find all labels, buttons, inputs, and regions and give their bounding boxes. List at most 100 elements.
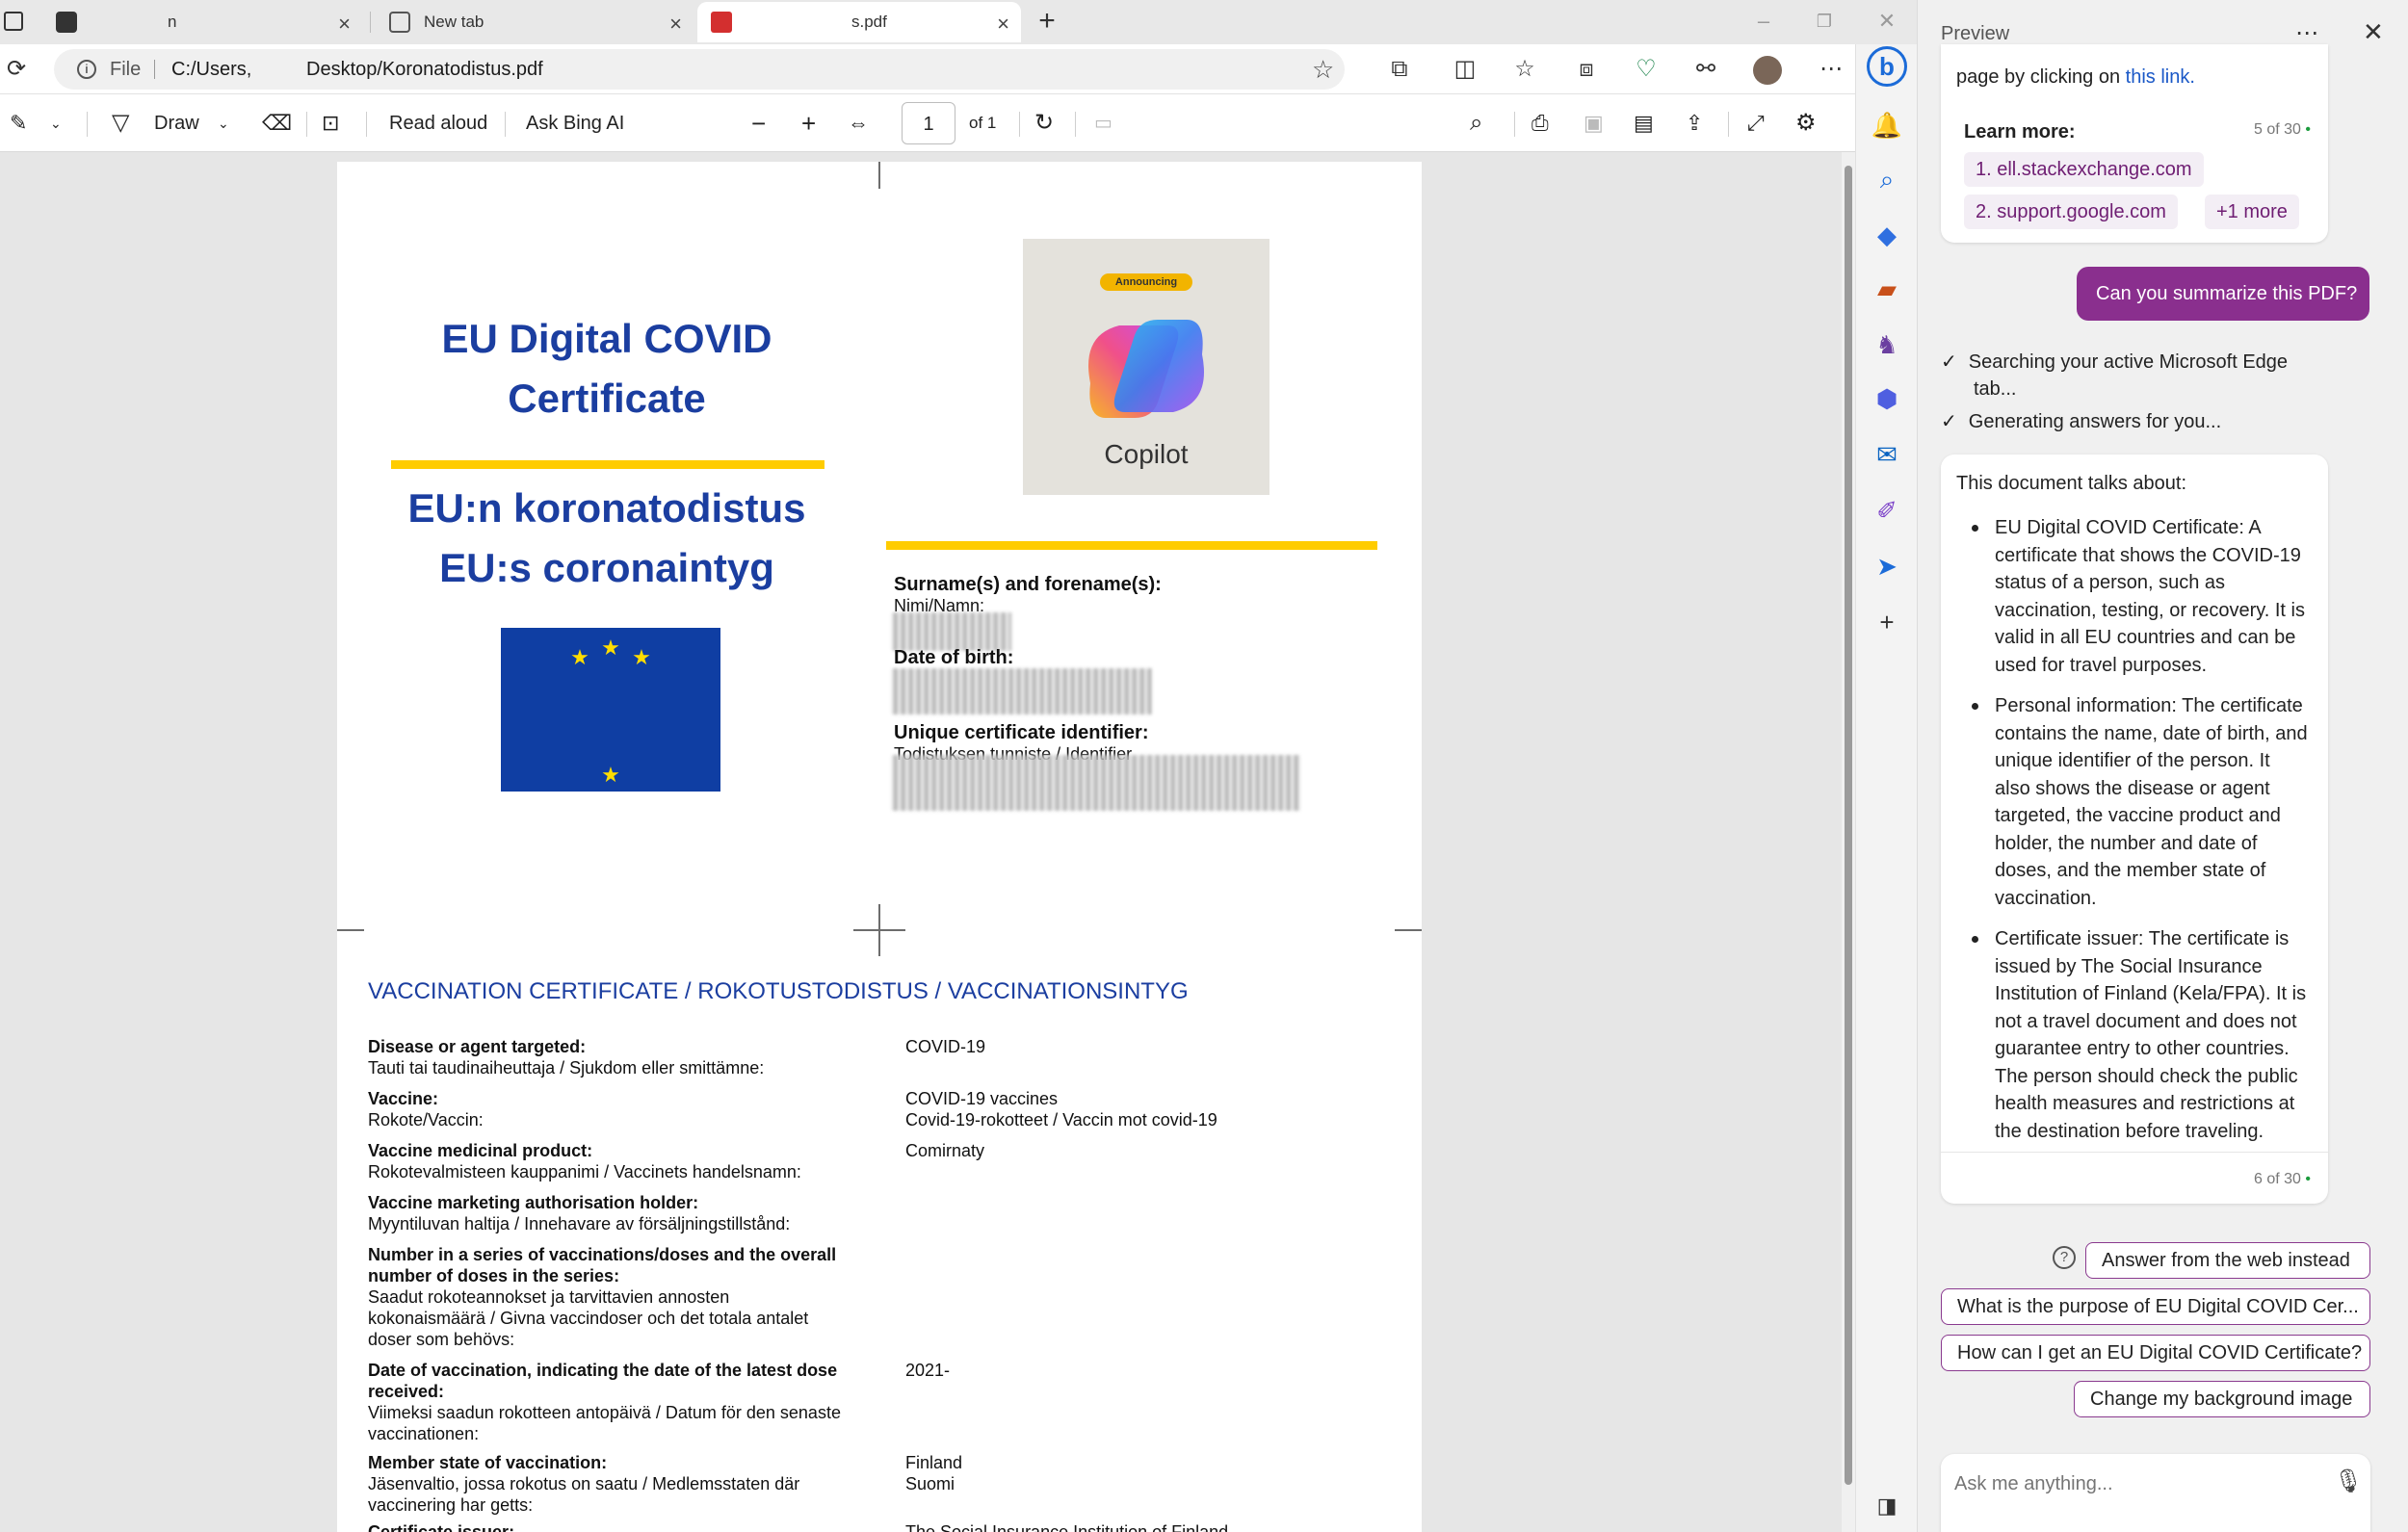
tab-first[interactable]: n × [42, 2, 362, 42]
minimize-icon[interactable]: – [1747, 8, 1780, 35]
tab-actions-icon[interactable] [4, 12, 23, 31]
search-icon[interactable]: ⌕ [1470, 107, 1482, 140]
bullet-line: not a travel document and does not [1995, 1010, 2297, 1032]
games-icon[interactable]: ♞ [1870, 327, 1904, 362]
chevron-down-icon[interactable]: ⌄ [218, 107, 229, 140]
scrollbar-thumb[interactable] [1845, 166, 1852, 1485]
svg-text:★: ★ [601, 764, 620, 788]
bullet-line: holder, the number and date of [1995, 832, 2258, 854]
pdf-viewer[interactable]: EU Digital COVID Certificate EU:n korona… [0, 152, 1842, 1532]
share-connect-icon[interactable]: ⚯ [1689, 53, 1722, 86]
send-icon[interactable]: ➤ [1870, 549, 1904, 584]
page-number-input[interactable]: 1 [902, 102, 955, 144]
fit-width-icon[interactable]: ⇔ [848, 107, 869, 140]
microphone-icon[interactable]: 🎙 [2334, 1467, 2363, 1495]
copilot-image-label: Copilot [1104, 439, 1189, 469]
text-box-icon[interactable]: ⊡ [322, 107, 339, 140]
bullet-dot-icon [1972, 525, 1978, 532]
help-icon[interactable]: ? [2053, 1246, 2076, 1269]
answer-from-web-button[interactable]: Answer from the web instead [2085, 1242, 2370, 1279]
redacted-dob [892, 668, 1152, 714]
close-pane-icon[interactable]: ✕ [2363, 17, 2384, 47]
zoom-in-icon[interactable]: + [801, 107, 816, 140]
shopping-tag-icon[interactable]: ◆ [1870, 218, 1904, 252]
row-value-secondary: Suomi [905, 1474, 955, 1493]
toolbar-divider [1019, 112, 1020, 137]
fullscreen-icon[interactable]: ⤢ [1747, 107, 1765, 140]
tab-pdf-active[interactable]: s.pdf × [697, 2, 1021, 42]
suggestion-background[interactable]: Change my background image [2074, 1381, 2370, 1417]
address-bar[interactable]: i File C:/Users, Desktop/Koronatodistus.… [54, 49, 1345, 90]
highlight-icon[interactable]: ✎ [10, 107, 27, 140]
row-sublabel: Tauti tai taudinaiheuttaja / Sjukdom ell… [368, 1058, 765, 1078]
share-icon[interactable]: ⇪ [1686, 107, 1703, 140]
more-menu-icon[interactable]: ⋯ [1815, 53, 1847, 86]
certificate-title-line1: EU Digital COVID [441, 316, 772, 361]
close-icon[interactable]: × [997, 12, 1009, 37]
source-chip-2[interactable]: 2. support.google.com [1964, 195, 2178, 229]
status-generating: ✓ Generating answers for you... [1941, 411, 2222, 432]
close-window-icon[interactable]: ✕ [1871, 8, 1903, 35]
bing-copilot-icon[interactable]: b [1867, 46, 1907, 87]
collections-icon[interactable]: ⧈ [1570, 53, 1603, 86]
designer-icon[interactable]: ✐ [1870, 493, 1904, 528]
suggestion-purpose[interactable]: What is the purpose of EU Digital COVID … [1941, 1288, 2370, 1325]
chevron-down-icon[interactable]: ⌄ [50, 107, 62, 140]
toolbar-divider [1514, 112, 1515, 137]
row-label: Disease or agent targeted: [368, 1037, 587, 1056]
new-tab-button[interactable]: + [1031, 4, 1063, 39]
draw-icon[interactable]: ▽ [112, 107, 129, 140]
tab-label: n [168, 13, 177, 31]
this-link[interactable]: this link. [2126, 66, 2195, 88]
close-icon[interactable]: × [338, 12, 351, 37]
close-icon[interactable]: × [669, 12, 682, 37]
favorite-star-icon[interactable]: ☆ [1312, 49, 1334, 90]
outlook-icon[interactable]: ✉ [1870, 437, 1904, 472]
svg-text:★: ★ [632, 646, 651, 670]
refresh-icon[interactable]: ⟳ [0, 53, 33, 86]
address-path-start: C:/Users, [171, 59, 252, 80]
more-sources-chip[interactable]: +1 more [2205, 195, 2299, 229]
bullet-line: The person should check the public [1995, 1065, 2298, 1087]
print-icon[interactable]: ⎙ [1531, 107, 1549, 140]
info-icon[interactable]: i [77, 60, 96, 79]
notifications-bell-icon[interactable]: 🔔 [1870, 108, 1904, 143]
favorites-icon[interactable]: ☆ [1508, 53, 1541, 86]
suggestion-how-to-get[interactable]: How can I get an EU Digital COVID Certif… [1941, 1335, 2370, 1371]
bullet-dot-icon [1972, 936, 1978, 943]
sidebar-toggle-icon[interactable]: ◨ [1870, 1489, 1904, 1523]
microsoft-365-icon[interactable]: ⬢ [1870, 381, 1904, 416]
source-chip-1[interactable]: 1. ell.stackexchange.com [1964, 152, 2204, 187]
restore-icon[interactable]: ❐ [1808, 8, 1841, 35]
add-icon[interactable]: + [1870, 605, 1904, 639]
extensions-icon[interactable]: ⧉ [1383, 53, 1416, 86]
bullet-line: used for travel purposes. [1995, 654, 2208, 676]
eraser-icon[interactable]: ⌫ [262, 107, 292, 140]
ask-bing-button[interactable]: Ask Bing AI [526, 107, 624, 140]
avatar[interactable] [1753, 56, 1782, 85]
save-as-icon[interactable]: ▤ [1634, 107, 1654, 140]
split-screen-icon[interactable]: ◫ [1449, 53, 1481, 86]
read-aloud-button[interactable]: Read aloud [389, 107, 487, 140]
file-scheme-label: File [110, 59, 142, 80]
more-options-icon[interactable]: ⋯ [2295, 19, 2318, 47]
bullet-line: vaccination. [1995, 887, 2097, 909]
pane-header-title: Preview [1941, 23, 2010, 44]
pdf-scrollbar[interactable] [1842, 152, 1855, 1532]
chat-input[interactable] [1954, 1469, 2320, 1498]
health-icon[interactable]: ♡ [1630, 53, 1662, 86]
rotate-icon[interactable]: ↻ [1034, 107, 1054, 140]
swedish-title: EU:s coronaintyg [439, 545, 774, 590]
draw-button[interactable]: Draw [154, 107, 199, 140]
chat-input-box[interactable]: 🎙 [1941, 1454, 2370, 1532]
tab-new-tab[interactable]: New tab × [376, 2, 694, 42]
row-label: Certificate issuer: [368, 1522, 515, 1532]
search-icon[interactable]: ⌕ [1870, 162, 1904, 196]
row-label: Vaccine medicinal product: [368, 1141, 593, 1160]
tab-divider [370, 12, 371, 33]
tools-briefcase-icon[interactable]: ▰ [1870, 272, 1904, 306]
page-count-label: of 1 [969, 114, 997, 132]
zoom-out-icon[interactable]: − [751, 107, 766, 140]
copilot-announcement-image: Announcing Copilot [1023, 239, 1269, 495]
settings-gear-icon[interactable]: ⚙ [1795, 107, 1817, 140]
